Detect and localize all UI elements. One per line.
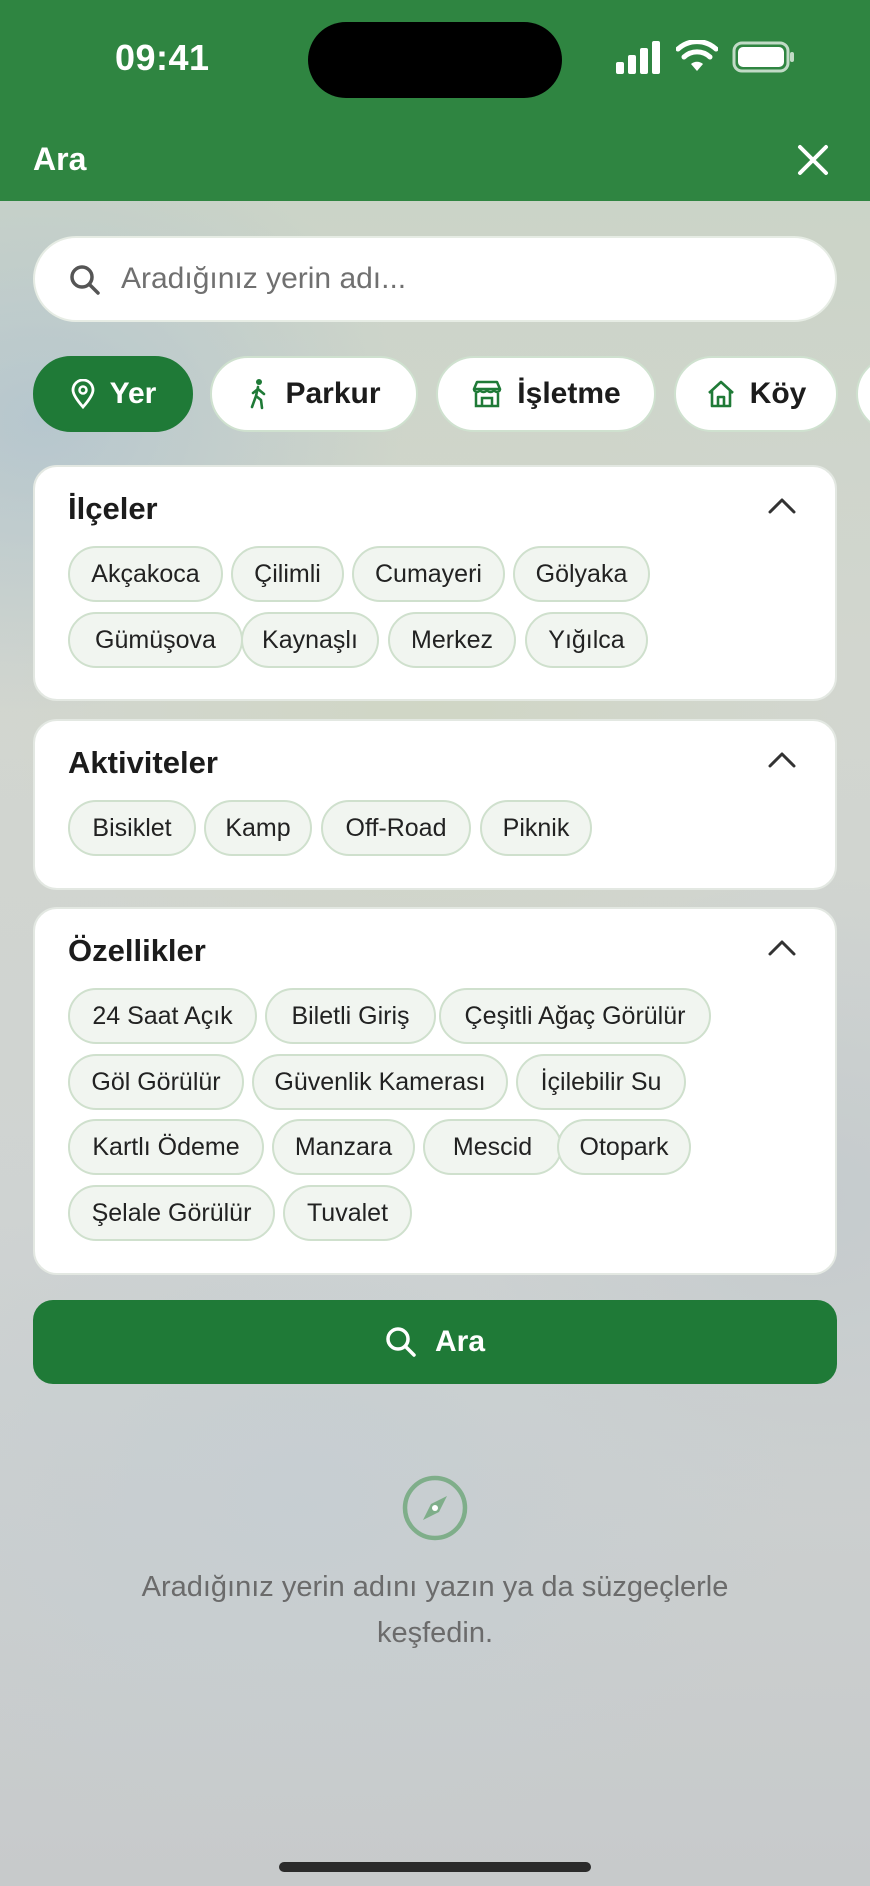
filter-tag[interactable]: Kaynaşlı — [241, 612, 379, 668]
districts-section: İlçeler Akçakoca Çilimli Cumayeri Gölyak… — [33, 465, 837, 701]
filter-tag[interactable]: İçilebilir Su — [516, 1054, 686, 1110]
status-icons — [616, 40, 796, 76]
filter-tag[interactable]: Manzara — [272, 1119, 415, 1175]
close-icon — [798, 145, 828, 175]
dynamic-island — [308, 22, 562, 98]
type-chip-isletme[interactable]: İşletme — [436, 356, 656, 432]
filter-tag[interactable]: Bisiklet — [68, 800, 196, 856]
filter-tag[interactable]: Göl Görülür — [68, 1054, 244, 1110]
features-section: Özellikler 24 Saat Açık Biletli Giriş Çe… — [33, 907, 837, 1275]
type-selector: Yer Parkur İşletme Köy — [0, 356, 870, 432]
battery-icon — [732, 41, 794, 73]
status-time: 09:41 — [115, 37, 210, 78]
filter-tag[interactable]: Kamp — [204, 800, 312, 856]
app-header: 09:41 Ara — [0, 0, 870, 201]
type-chip-koy[interactable]: Köy — [674, 356, 838, 432]
page-title: Ara — [33, 141, 87, 177]
filter-tag[interactable]: Biletli Giriş — [265, 988, 436, 1044]
search-field[interactable] — [33, 236, 837, 322]
filter-tag[interactable]: 24 Saat Açık — [68, 988, 257, 1044]
wifi-icon — [676, 40, 718, 71]
filter-tag[interactable]: Gölyaka — [513, 546, 650, 602]
filter-tag[interactable]: Piknik — [480, 800, 592, 856]
location-pin-icon — [71, 379, 95, 409]
store-icon — [473, 380, 502, 408]
activities-section: Aktiviteler Bisiklet Kamp Off-Road Pikni… — [33, 719, 837, 890]
search-icon — [386, 1327, 416, 1357]
filter-tag[interactable]: Mescid — [423, 1119, 562, 1175]
type-chip-label: Köy — [749, 377, 807, 410]
filter-tag[interactable]: Tuvalet — [283, 1185, 412, 1241]
filter-tag[interactable]: Kartlı Ödeme — [68, 1119, 264, 1175]
filter-tag[interactable]: Otopark — [557, 1119, 691, 1175]
search-icon — [70, 265, 100, 295]
type-chip-label: İşletme — [517, 377, 621, 410]
hiker-icon — [251, 379, 266, 410]
filter-tag[interactable]: Yığılca — [525, 612, 648, 668]
filter-tag[interactable]: Off-Road — [321, 800, 471, 856]
search-button[interactable]: Ara — [33, 1300, 837, 1384]
section-title: Özellikler — [68, 933, 206, 968]
chevron-up-icon[interactable] — [767, 495, 797, 515]
chevron-up-icon[interactable] — [767, 937, 797, 957]
empty-state-message: Aradığınız yerin adını yazın ya da süzge… — [141, 1571, 729, 1649]
close-button[interactable] — [796, 143, 830, 177]
filter-tag[interactable]: Şelale Görülür — [68, 1185, 275, 1241]
filter-tag[interactable]: Çilimli — [231, 546, 344, 602]
filter-tag[interactable]: Merkez — [388, 612, 516, 668]
filter-tag[interactable]: Cumayeri — [352, 546, 505, 602]
home-indicator — [279, 1862, 591, 1872]
filter-tag[interactable]: Akçakoca — [68, 546, 223, 602]
type-chip-yer[interactable]: Yer — [33, 356, 193, 432]
type-chip-label: Yer — [109, 377, 157, 410]
chevron-up-icon[interactable] — [767, 749, 797, 769]
filter-tag[interactable]: Güvenlik Kamerası — [252, 1054, 508, 1110]
filter-tag[interactable]: Gümüşova — [68, 612, 243, 668]
type-chip-parkur[interactable]: Parkur — [210, 356, 418, 432]
type-chip-more[interactable] — [856, 356, 870, 432]
house-icon — [707, 380, 734, 408]
search-input[interactable] — [121, 238, 801, 320]
signal-icon — [616, 41, 660, 74]
compass-icon — [402, 1475, 468, 1541]
section-title: İlçeler — [68, 491, 158, 526]
section-title: Aktiviteler — [68, 745, 218, 780]
filter-tag[interactable]: Çeşitli Ağaç Görülür — [439, 988, 711, 1044]
type-chip-label: Parkur — [285, 377, 381, 410]
search-button-label: Ara — [434, 1325, 486, 1358]
